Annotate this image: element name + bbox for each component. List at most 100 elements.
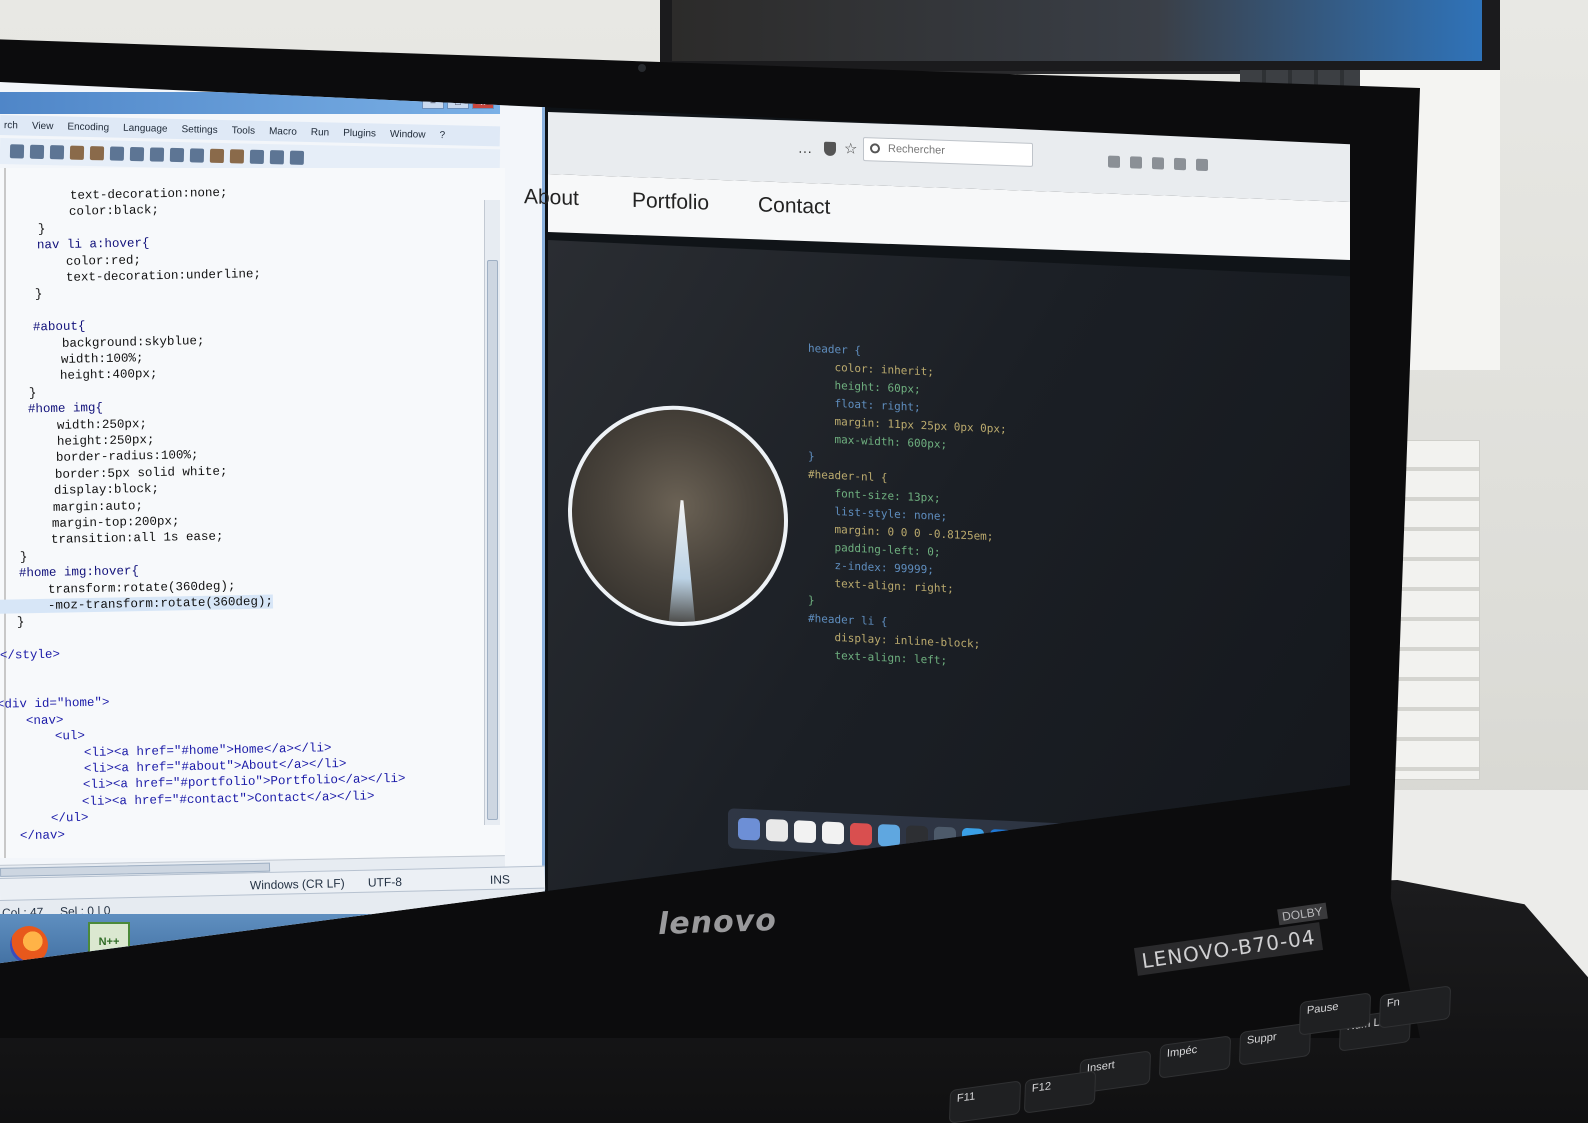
search-placeholder: Rechercher bbox=[888, 142, 945, 157]
nav-link-about[interactable]: About bbox=[524, 185, 579, 211]
key-label: Suppr bbox=[1246, 1030, 1277, 1047]
code-line: margin-top:200px; bbox=[0, 514, 180, 532]
editor-vertical-scrollbar[interactable] bbox=[484, 200, 500, 825]
page-actions-menu[interactable]: ··· bbox=[798, 143, 812, 159]
keyboard-key[interactable]: F11 bbox=[948, 1080, 1022, 1123]
code-line: width:250px; bbox=[0, 416, 148, 434]
background-code-image: header { color: inherit; height: 60px; f… bbox=[808, 342, 1007, 675]
menu-item[interactable]: View bbox=[32, 120, 54, 131]
menu-item[interactable]: Language bbox=[123, 122, 168, 134]
replace-icon[interactable] bbox=[189, 148, 205, 163]
macro-record-icon[interactable] bbox=[289, 150, 305, 165]
undo-icon[interactable] bbox=[129, 146, 145, 162]
notepad-plus-plus-window: – □ x rchViewEncodingLanguageSettingsToo… bbox=[0, 82, 546, 964]
find-icon[interactable] bbox=[169, 147, 185, 163]
zoom-in-icon[interactable] bbox=[209, 148, 225, 164]
downloads-icon[interactable] bbox=[1108, 155, 1120, 168]
menu-item[interactable]: Tools bbox=[232, 125, 256, 137]
code-line: width:100%; bbox=[0, 351, 144, 368]
code-line: text-decoration:none; bbox=[9, 185, 228, 204]
sync-icon[interactable] bbox=[1152, 157, 1164, 170]
menu-item[interactable]: ? bbox=[439, 129, 445, 140]
menu-item[interactable]: Window bbox=[390, 128, 426, 140]
zoom-out-icon[interactable] bbox=[229, 149, 245, 164]
code-line: #about{ bbox=[2, 319, 86, 336]
code-line: } bbox=[4, 287, 43, 303]
dock-app-icon bbox=[822, 821, 844, 845]
dock-app-icon bbox=[766, 818, 788, 842]
code-line: nav li a:hover{ bbox=[7, 236, 150, 254]
library-icon[interactable] bbox=[1130, 156, 1142, 169]
open-file-icon[interactable] bbox=[29, 144, 45, 159]
dock-app-icon bbox=[794, 820, 816, 844]
wall-monitor bbox=[660, 0, 1500, 74]
code-line: height:400px; bbox=[0, 367, 158, 385]
home-profile-image[interactable] bbox=[568, 400, 788, 631]
keyboard-key[interactable]: Impéc bbox=[1158, 1035, 1232, 1079]
code-line: #home img{ bbox=[0, 401, 104, 418]
dock-app-icon bbox=[738, 817, 760, 841]
menu-item[interactable]: rch bbox=[4, 120, 18, 131]
dock-app-icon bbox=[878, 823, 900, 847]
webcam bbox=[638, 64, 646, 72]
menu-item[interactable]: Plugins bbox=[343, 127, 376, 139]
browser-toolbar-icons bbox=[1108, 155, 1208, 172]
pocket-icon[interactable] bbox=[824, 141, 836, 157]
code-line: </ul> bbox=[50, 811, 89, 826]
cut-icon[interactable] bbox=[69, 145, 85, 160]
keyboard-key[interactable]: F12 bbox=[1023, 1070, 1097, 1114]
code-line: </nav> bbox=[19, 827, 66, 843]
hamburger-menu-icon[interactable] bbox=[1196, 158, 1208, 172]
editor-vertical-scroll-thumb[interactable] bbox=[487, 260, 498, 820]
status-insert-mode: INS bbox=[489, 872, 511, 887]
key-label: Fn bbox=[1386, 996, 1401, 1010]
code-line: margin:auto; bbox=[0, 498, 144, 516]
search-icon bbox=[870, 143, 880, 154]
paste-icon[interactable] bbox=[109, 146, 125, 161]
redo-icon[interactable] bbox=[149, 147, 165, 162]
boat-wake-image bbox=[668, 499, 696, 630]
bookmark-star-icon[interactable]: ☆ bbox=[844, 139, 857, 157]
code-line: background:skyblue; bbox=[1, 333, 205, 352]
code-line: } bbox=[8, 222, 46, 237]
keyboard-key[interactable]: Fn bbox=[1378, 985, 1452, 1029]
nav-link-contact[interactable]: Contact bbox=[758, 193, 830, 220]
menu-item[interactable]: Macro bbox=[269, 126, 297, 138]
wrap-icon[interactable] bbox=[269, 150, 285, 165]
code-line: <ul> bbox=[55, 729, 86, 744]
new-file-icon[interactable] bbox=[9, 144, 25, 159]
copy-icon[interactable] bbox=[89, 146, 105, 161]
print-icon[interactable] bbox=[49, 145, 65, 160]
code-editor[interactable]: text-decoration:none; color:black; } nav… bbox=[0, 168, 505, 858]
status-eol: Windows (CR LF) bbox=[249, 876, 345, 893]
lenovo-logo: lenovo bbox=[657, 902, 778, 943]
code-line: text-decoration:underline; bbox=[5, 267, 261, 286]
code-line: <div id="home"> bbox=[0, 695, 110, 713]
wall-monitor-screen bbox=[672, 0, 1482, 61]
menu-item[interactable]: Settings bbox=[181, 124, 217, 136]
code-line: color:black; bbox=[8, 203, 160, 221]
code-line: border:5px solid white; bbox=[0, 464, 228, 483]
code-line: } bbox=[16, 615, 25, 630]
firefox-window: ··· ☆ Rechercher About Portfolio Contact… bbox=[524, 112, 1350, 957]
sidebar-icon[interactable] bbox=[1174, 157, 1186, 171]
code-line: height:250px; bbox=[0, 432, 155, 450]
key-label: F12 bbox=[1031, 1080, 1052, 1095]
key-label: Pause bbox=[1306, 1000, 1339, 1017]
code-line: color:red; bbox=[6, 253, 142, 270]
search-input[interactable]: Rechercher bbox=[863, 137, 1033, 167]
key-label: Impéc bbox=[1166, 1043, 1198, 1060]
code-line: } bbox=[20, 550, 28, 565]
menu-item[interactable]: Encoding bbox=[67, 121, 109, 133]
sync-scroll-icon[interactable] bbox=[249, 149, 265, 164]
code-line: border-radius:100%; bbox=[0, 448, 199, 467]
menu-item[interactable]: Run bbox=[311, 127, 330, 138]
status-encoding: UTF-8 bbox=[367, 874, 403, 890]
background-code-line: text-align: left; bbox=[808, 647, 948, 668]
code-line: transition:all 1s ease; bbox=[0, 529, 224, 549]
keyboard: Insert Impéc Suppr Num Lock F12 F11 Fn Pause bbox=[780, 985, 1588, 1123]
dock-app-icon bbox=[850, 822, 872, 846]
code-line: display:block; bbox=[0, 482, 159, 500]
nav-link-portfolio[interactable]: Portfolio bbox=[632, 189, 709, 216]
code-line: transform:rotate(360deg); bbox=[0, 578, 237, 598]
